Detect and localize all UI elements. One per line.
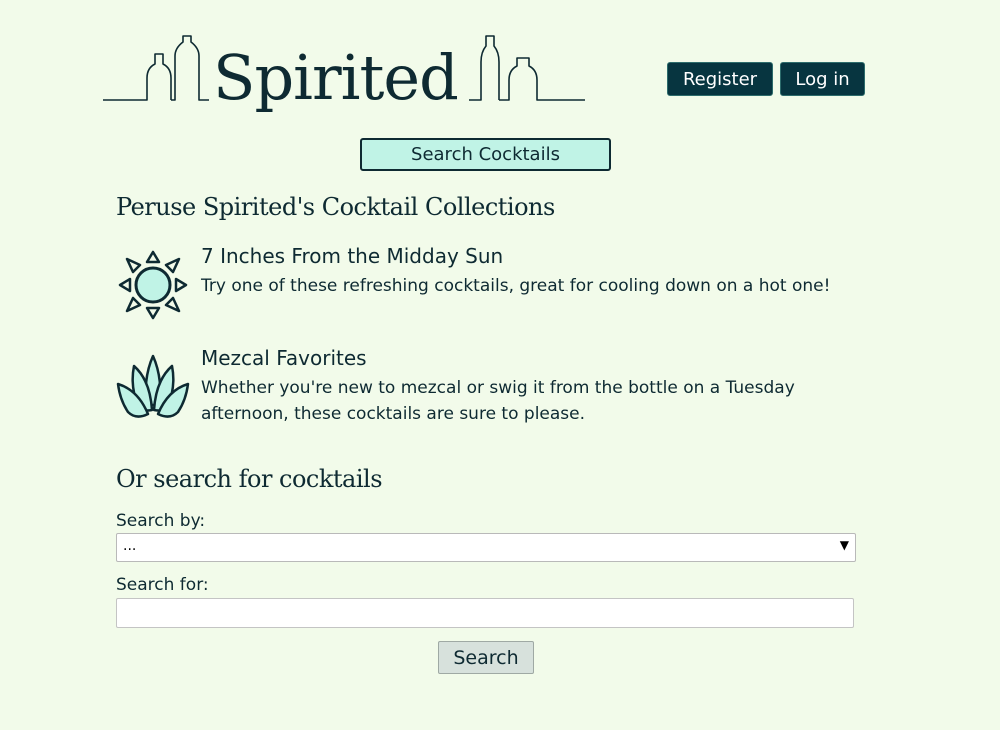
search-for-input[interactable] bbox=[116, 598, 854, 628]
register-button[interactable]: Register bbox=[667, 62, 773, 96]
sun-icon bbox=[118, 250, 188, 320]
search-submit-button[interactable]: Search bbox=[438, 641, 534, 674]
search-cocktails-button[interactable]: Search Cocktails bbox=[360, 138, 611, 171]
search-heading: Or search for cocktails bbox=[116, 465, 383, 493]
search-by-value: ... bbox=[123, 538, 137, 554]
search-for-label: Search for: bbox=[116, 575, 209, 595]
collection-description: Try one of these refreshing cocktails, g… bbox=[201, 276, 831, 296]
search-by-select[interactable]: ... ▼ bbox=[116, 533, 856, 562]
collection-title[interactable]: Mezcal Favorites bbox=[201, 346, 367, 370]
collections-heading: Peruse Spirited's Cocktail Collections bbox=[116, 193, 555, 221]
spirited-logo[interactable]: Spirited bbox=[103, 34, 587, 124]
collection-title[interactable]: 7 Inches From the Midday Sun bbox=[201, 244, 503, 268]
search-by-label: Search by: bbox=[116, 511, 206, 531]
collection-description: Whether you're new to mezcal or swig it … bbox=[201, 378, 795, 424]
brand-name: Spirited bbox=[213, 41, 459, 114]
dropdown-arrow-icon: ▼ bbox=[839, 538, 849, 552]
login-button[interactable]: Log in bbox=[780, 62, 865, 96]
agave-icon bbox=[116, 354, 190, 418]
